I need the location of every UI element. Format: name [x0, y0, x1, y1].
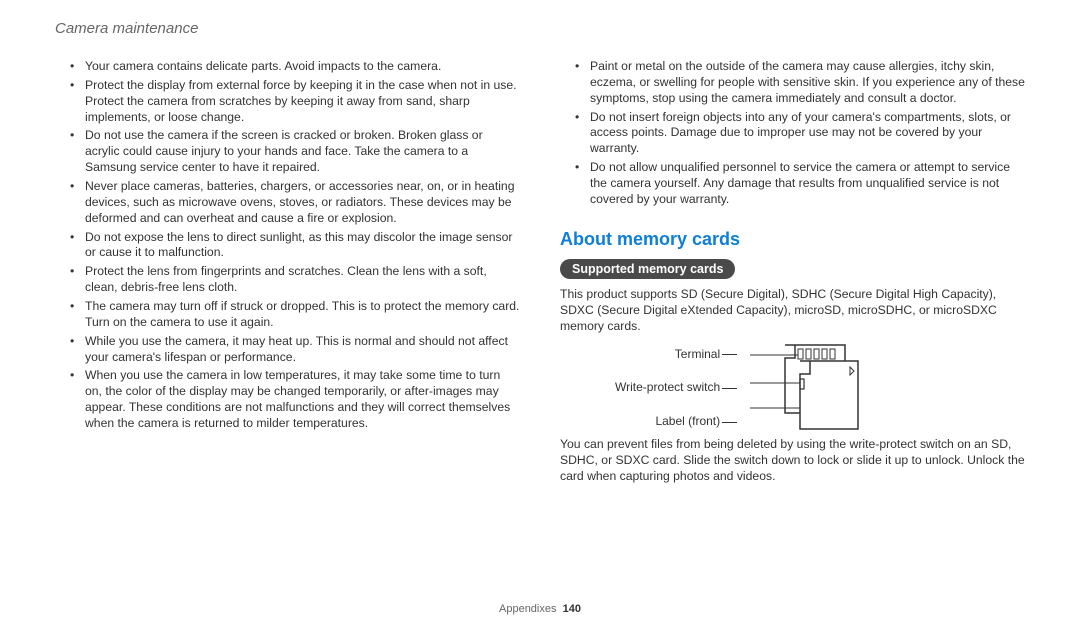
list-item: Do not insert foreign objects into any o… [580, 110, 1025, 158]
list-item: The camera may turn off if struck or dro… [75, 299, 520, 331]
label-terminal: Terminal [675, 347, 735, 363]
left-bullet-list: Your camera contains delicate parts. Avo… [55, 59, 520, 432]
diagram-labels: Terminal Write-protect switch Label (fro… [615, 347, 735, 430]
right-column: Paint or metal on the outside of the cam… [560, 59, 1025, 595]
supported-pill: Supported memory cards [560, 259, 735, 279]
list-item: Do not use the camera if the screen is c… [75, 128, 520, 176]
footer-section-label: Appendixes [499, 603, 557, 615]
section-heading: About memory cards [560, 228, 1025, 251]
left-column: Your camera contains delicate parts. Avo… [55, 59, 520, 595]
list-item: When you use the camera in low temperatu… [75, 368, 520, 431]
write-protect-text: You can prevent files from being deleted… [560, 437, 1025, 485]
list-item: Do not expose the lens to direct sunligh… [75, 230, 520, 262]
supported-text: This product supports SD (Secure Digital… [560, 287, 1025, 335]
page-footer: Appendixes 140 [55, 603, 1025, 615]
content-columns: Your camera contains delicate parts. Avo… [55, 59, 1025, 595]
sd-card-diagram: Terminal Write-protect switch Label (fro… [615, 343, 1025, 433]
list-item: Do not allow unqualified personnel to se… [580, 160, 1025, 208]
label-write-protect: Write-protect switch [615, 380, 735, 396]
list-item: Protect the lens from fingerprints and s… [75, 264, 520, 296]
list-item: While you use the camera, it may heat up… [75, 334, 520, 366]
list-item: Paint or metal on the outside of the cam… [580, 59, 1025, 107]
list-item: Protect the display from external force … [75, 78, 520, 126]
right-bullet-list: Paint or metal on the outside of the cam… [560, 59, 1025, 208]
page-header: Camera maintenance [55, 20, 1025, 37]
list-item: Your camera contains delicate parts. Avo… [75, 59, 520, 75]
footer-page-number: 140 [563, 603, 581, 615]
sd-card-icon [750, 343, 860, 433]
list-item: Never place cameras, batteries, chargers… [75, 179, 520, 227]
label-front: Label (front) [655, 414, 735, 430]
